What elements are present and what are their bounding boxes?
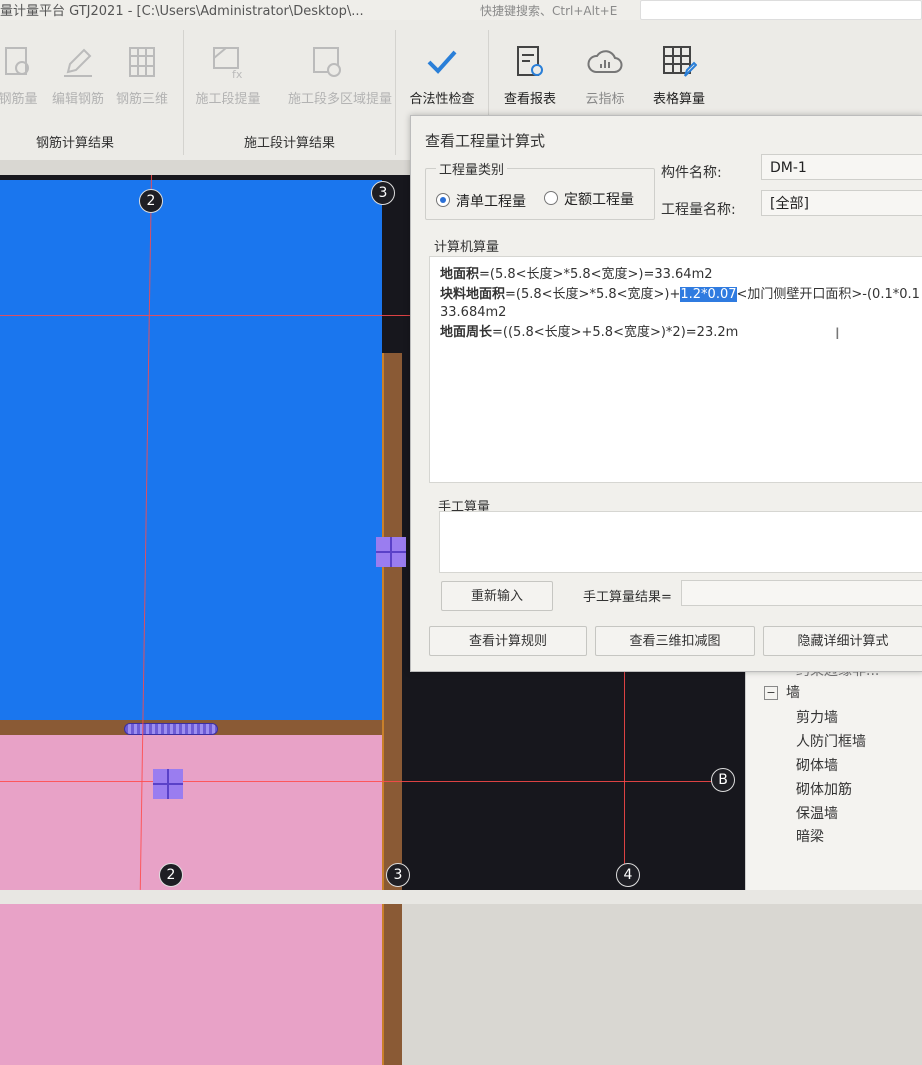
steel-group-label: 钢筋计算结果 xyxy=(36,136,115,151)
quantity-category-group: 工程量类别 清单工程量 定额工程量 xyxy=(425,159,655,220)
manual-calc-textarea[interactable] xyxy=(439,511,922,573)
floor-region-blue[interactable] xyxy=(0,180,382,720)
computer-calc-legend: 计算机算量 xyxy=(431,236,503,255)
tree-item-civil-defense-door-wall[interactable]: 人防门框墙 xyxy=(796,731,866,751)
tree-item-shear-wall[interactable]: 剪力墙 xyxy=(796,707,838,727)
calc-formula: =((5.8<长度>+5.8<宽度>)*2)=23.2m xyxy=(492,325,739,340)
calc-formula: <加门侧壁开口面积>-(0.1*0.1 xyxy=(736,287,920,302)
status-bar xyxy=(0,890,922,904)
legality-check-label: 合法性检查 xyxy=(409,92,475,107)
calc-term: 块料地面积 xyxy=(440,287,506,302)
steel-3d-icon xyxy=(129,47,155,77)
calc-term: 地面周长 xyxy=(440,325,493,340)
hide-detail-formula-button[interactable]: 隐藏详细计算式 xyxy=(763,626,922,656)
axis-label-top: 3 xyxy=(371,181,395,205)
axis-label-right: B xyxy=(711,768,735,792)
steel-3d-label: 钢筋三维 xyxy=(115,92,168,107)
column-node[interactable] xyxy=(153,769,183,799)
quantity-formula-dialog: 查看工程量计算式 工程量类别 清单工程量 定额工程量 构件名称: DM-1 工程… xyxy=(410,115,922,672)
component-name-label: 构件名称: xyxy=(661,165,722,181)
radio-bill-quantity[interactable]: 清单工程量 xyxy=(436,191,526,211)
calc-formula: =(5.8<长度>*5.8<宽度>)=33.64m2 xyxy=(479,267,713,282)
grid-axis-line-b xyxy=(0,781,712,782)
computer-calc-textarea[interactable]: 地面积=(5.8<长度>*5.8<宽度>)=33.64m2 块料地面积=(5.8… xyxy=(429,256,922,483)
grid-axis-line-a xyxy=(0,315,420,316)
calc-term: 地面积 xyxy=(440,267,480,282)
steel-3d-button[interactable]: 钢筋三维 xyxy=(102,44,182,107)
component-tree-panel: 约束边缘非... −墙 剪力墙 人防门框墙 砌体墙 砌体加筋 保温墙 暗梁 xyxy=(745,660,922,890)
calc-line-perimeter: 地面周长=((5.8<长度>+5.8<宽度>)*2)=23.2m xyxy=(440,321,738,340)
shortcut-search-hint: 快捷键搜索、Ctrl+Alt+E xyxy=(480,4,618,18)
radio-bill-label: 清单工程量 xyxy=(456,194,526,210)
legality-check-button[interactable]: 合法性检查 xyxy=(402,44,482,107)
calc-formula: =(5.8<长度>*5.8<宽度>)+ xyxy=(505,287,681,302)
svg-text:fx: fx xyxy=(232,68,243,80)
view-report-label: 查看报表 xyxy=(503,92,556,107)
axis-label-bottom: 4 xyxy=(616,863,640,887)
calc-line-tile-area: 块料地面积=(5.8<长度>*5.8<宽度>)+1.2*0.07<加门侧壁开口面… xyxy=(440,283,920,302)
quantity-name-label: 工程量名称: xyxy=(661,202,736,218)
manual-result-label: 手工算量结果= xyxy=(583,590,672,605)
calc-line-floor-area: 地面积=(5.8<长度>*5.8<宽度>)=33.64m2 xyxy=(440,263,713,282)
cloud-index-button[interactable]: 云指标 xyxy=(565,44,645,107)
table-quantity-button[interactable]: 表格算量 xyxy=(639,44,719,107)
table-edit-icon xyxy=(663,46,697,77)
view-report-button[interactable]: 查看报表 xyxy=(490,44,570,107)
quantity-name-select[interactable]: [全部] xyxy=(761,190,922,216)
radio-quota-quantity[interactable]: 定额工程量 xyxy=(544,189,634,209)
radio-quota-label: 定额工程量 xyxy=(564,192,634,208)
cloud-icon xyxy=(587,50,623,73)
tree-item-hidden-beam[interactable]: 暗梁 xyxy=(796,826,824,846)
door-element[interactable] xyxy=(124,723,218,735)
view-rules-button[interactable]: 查看计算规则 xyxy=(429,626,587,656)
view-3d-deduction-button[interactable]: 查看三维扣减图 xyxy=(595,626,755,656)
shortcut-search-input[interactable] xyxy=(640,0,922,20)
check-icon xyxy=(427,50,457,74)
construction-multi-area-button[interactable]: 施工段多区域提量 xyxy=(288,44,392,107)
selected-text: 1.2*0.07 xyxy=(680,287,737,302)
construction-multi-area-label: 施工段多区域提量 xyxy=(288,92,393,107)
radio-selected-icon xyxy=(436,193,450,207)
reinput-button[interactable]: 重新输入 xyxy=(441,581,553,611)
text-cursor-icon: I xyxy=(835,324,840,343)
construction-group-label: 施工段计算结果 xyxy=(244,136,336,151)
tree-item-masonry-rebar[interactable]: 砌体加筋 xyxy=(796,779,852,799)
tree-item-insulation-wall[interactable]: 保温墙 xyxy=(796,803,838,823)
construction-quantity-label: 施工段提量 xyxy=(195,92,261,107)
calc-line-tile-result: 33.684m2 xyxy=(440,305,507,320)
construction-search-icon xyxy=(313,47,341,77)
edit-steel-label: 编辑钢筋 xyxy=(51,92,104,107)
table-quantity-label: 表格算量 xyxy=(652,92,705,107)
component-name-field[interactable]: DM-1 xyxy=(761,154,922,180)
axis-label-bottom: 3 xyxy=(386,863,410,887)
tree-item-masonry-wall[interactable]: 砌体墙 xyxy=(796,755,838,775)
column-node[interactable] xyxy=(376,537,406,567)
axis-label-bottom: 2 xyxy=(159,863,183,887)
construction-fx-icon: fx xyxy=(213,47,243,80)
wall-vertical[interactable] xyxy=(382,353,402,1065)
tree-category-label: 墙 xyxy=(786,685,800,701)
ribbon-separator xyxy=(183,30,184,155)
window-title: 量计量平台 GTJ2021 - [C:\Users\Administrator\… xyxy=(0,4,364,19)
dialog-title: 查看工程量计算式 xyxy=(425,132,546,150)
radio-unselected-icon xyxy=(544,191,558,205)
tree-category-wall[interactable]: − 墙 xyxy=(764,682,800,702)
pencil-icon xyxy=(64,48,92,77)
steel-quantity-icon xyxy=(5,47,29,75)
title-bar: 量计量平台 GTJ2021 - [C:\Users\Administrator\… xyxy=(0,0,922,20)
ribbon-separator xyxy=(395,30,396,155)
axis-label-top: 2 xyxy=(139,189,163,213)
cloud-index-label: 云指标 xyxy=(585,92,625,107)
steel-quantity-label: 钢筋量 xyxy=(0,92,38,107)
manual-result-field[interactable] xyxy=(681,580,922,606)
construction-quantity-button[interactable]: fx 施工段提量 xyxy=(188,44,268,107)
report-icon xyxy=(517,46,543,76)
collapse-icon[interactable]: − xyxy=(764,686,778,700)
quantity-category-legend: 工程量类别 xyxy=(436,159,508,178)
